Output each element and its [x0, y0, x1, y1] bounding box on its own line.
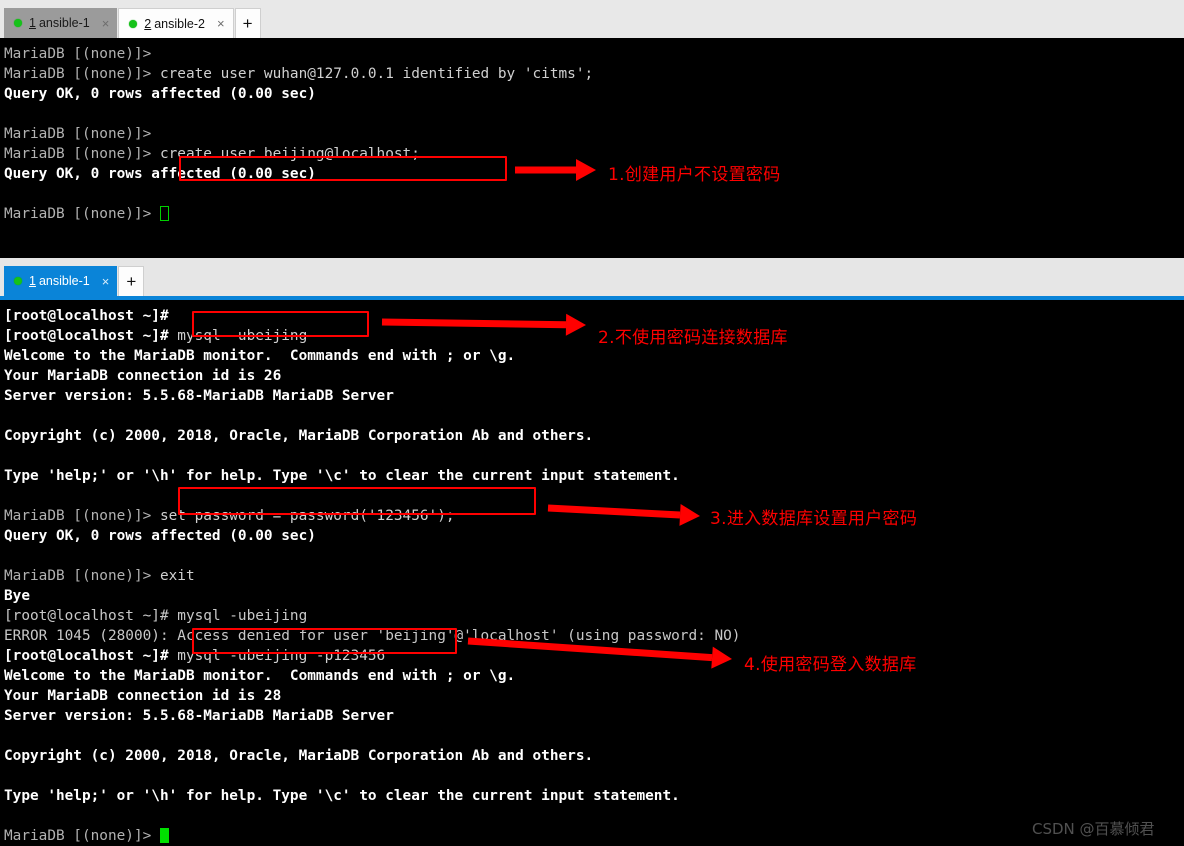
close-icon[interactable]: × — [102, 275, 110, 288]
terminal-output-top[interactable]: MariaDB [(none)]> MariaDB [(none)]> creat… — [0, 38, 1184, 254]
terminal-text: MariaDB [(none)]> — [4, 206, 152, 222]
terminal-line: MariaDB [(none)]> — [4, 204, 1184, 224]
terminal-text: Type 'help;' or '\h' for help. Type '\c'… — [4, 468, 680, 484]
tab-status-dot-icon — [129, 19, 138, 28]
terminal-text: Copyright (c) 2000, 2018, Oracle, MariaD… — [4, 748, 594, 764]
terminal-line: Copyright (c) 2000, 2018, Oracle, MariaD… — [4, 746, 1184, 766]
tab-number: 1 — [29, 274, 36, 288]
terminal-line: Query OK, 0 rows affected (0.00 sec) — [4, 84, 1184, 104]
terminal-line: MariaDB [(none)]> — [4, 44, 1184, 64]
terminal-text: MariaDB [(none)]> — [4, 568, 152, 584]
terminal-text: [root@localhost ~]# — [4, 308, 169, 324]
tab-ansible-2-top[interactable]: 2 ansible-2 × — [118, 8, 234, 38]
tab-number: 2 — [144, 16, 152, 31]
tab-status-dot-icon — [14, 19, 22, 27]
terminal-text: Query OK, 0 rows affected (0.00 sec) — [4, 86, 316, 102]
terminal-text: MariaDB [(none)]> — [4, 126, 152, 142]
terminal-line: Bye — [4, 586, 1184, 606]
terminal-line: Server version: 5.5.68-MariaDB MariaDB S… — [4, 706, 1184, 726]
terminal-line: Query OK, 0 rows affected (0.00 sec) — [4, 164, 1184, 184]
terminal-window-bottom: 1 ansible-1 × + [root@localhost ~]# [root… — [0, 258, 1184, 846]
tab-bar-bottom: 1 ansible-1 × + — [0, 258, 1184, 296]
terminal-text: Bye — [4, 588, 30, 604]
tab-ansible-1-top[interactable]: 1 ansible-1 × — [4, 8, 118, 38]
close-icon[interactable]: × — [217, 17, 225, 30]
terminal-text: mysql -ubeijing — [168, 328, 308, 344]
new-tab-button-top[interactable]: + — [234, 8, 261, 38]
terminal-text: set password = password('123456'); — [151, 508, 455, 524]
close-icon[interactable]: × — [102, 17, 110, 30]
terminal-window-top: 1 ansible-1 × 2 ansible-2 × + MariaDB [(… — [0, 0, 1184, 254]
new-tab-button-bottom[interactable]: + — [118, 266, 145, 296]
terminal-text: Welcome to the MariaDB monitor. Commands… — [4, 348, 516, 364]
terminal-line: Type 'help;' or '\h' for help. Type '\c'… — [4, 466, 1184, 486]
terminal-line: Your MariaDB connection id is 26 — [4, 366, 1184, 386]
terminal-line: MariaDB [(none)]> — [4, 124, 1184, 144]
terminal-text: create user wuhan@127.0.0.1 identified b… — [151, 66, 594, 82]
terminal-text: exit — [151, 568, 195, 584]
terminal-text: Your MariaDB connection id is 26 — [4, 368, 282, 384]
tab-number: 1 — [29, 16, 36, 30]
terminal-line: Copyright (c) 2000, 2018, Oracle, MariaD… — [4, 426, 1184, 446]
terminal-line: ERROR 1045 (28000): Access denied for us… — [4, 626, 1184, 646]
tab-status-dot-icon — [14, 277, 22, 285]
terminal-text: create user beijing@localhost; — [151, 146, 420, 162]
terminal-text: [root@localhost ~]# — [4, 328, 169, 344]
terminal-text: Your MariaDB connection id is 28 — [4, 688, 282, 704]
terminal-cursor — [159, 828, 169, 843]
terminal-line: Type 'help;' or '\h' for help. Type '\c'… — [4, 786, 1184, 806]
terminal-line: Your MariaDB connection id is 28 — [4, 686, 1184, 706]
terminal-text: Query OK, 0 rows affected (0.00 sec) — [4, 528, 316, 544]
terminal-output-bottom[interactable]: [root@localhost ~]# [root@localhost ~]# m… — [0, 300, 1184, 846]
tab-bar-top: 1 ansible-1 × 2 ansible-2 × + — [0, 0, 1184, 38]
tab-label: ansible-2 — [154, 16, 205, 31]
terminal-line: Welcome to the MariaDB monitor. Commands… — [4, 346, 1184, 366]
terminal-text: [root@localhost ~]# — [4, 608, 169, 624]
tab-ansible-1-bottom[interactable]: 1 ansible-1 × — [4, 266, 118, 296]
terminal-text: mysql -ubeijing — [168, 608, 308, 624]
terminal-line: MariaDB [(none)]> create user wuhan@127.… — [4, 64, 1184, 84]
terminal-text: Welcome to the MariaDB monitor. Commands… — [4, 668, 516, 684]
terminal-text: MariaDB [(none)]> — [4, 828, 152, 844]
terminal-text: MariaDB [(none)]> — [4, 46, 152, 62]
terminal-line: MariaDB [(none)]> — [4, 826, 1184, 846]
terminal-text: Query OK, 0 rows affected (0.00 sec) — [4, 166, 316, 182]
terminal-text: [root@localhost ~]# — [4, 648, 169, 664]
terminal-cursor — [159, 206, 169, 221]
terminal-line: Server version: 5.5.68-MariaDB MariaDB S… — [4, 386, 1184, 406]
tab-label: ansible-1 — [38, 16, 90, 30]
terminal-line: [root@localhost ~]# mysql -ubeijing -p12… — [4, 646, 1184, 666]
terminal-text: mysql -ubeijing -p123456 — [168, 648, 386, 664]
terminal-line: Welcome to the MariaDB monitor. Commands… — [4, 666, 1184, 686]
terminal-text: Copyright (c) 2000, 2018, Oracle, MariaD… — [4, 428, 594, 444]
terminal-line: [root@localhost ~]# — [4, 306, 1184, 326]
terminal-line: MariaDB [(none)]> exit — [4, 566, 1184, 586]
terminal-line: [root@localhost ~]# mysql -ubeijing — [4, 326, 1184, 346]
terminal-text: Server version: 5.5.68-MariaDB MariaDB S… — [4, 708, 394, 724]
terminal-line: MariaDB [(none)]> create user beijing@lo… — [4, 144, 1184, 164]
tab-label: ansible-1 — [38, 274, 90, 288]
terminal-text: ERROR 1045 (28000): Access denied for us… — [4, 628, 741, 644]
terminal-line: Query OK, 0 rows affected (0.00 sec) — [4, 526, 1184, 546]
terminal-text: Server version: 5.5.68-MariaDB MariaDB S… — [4, 388, 394, 404]
terminal-text: Type 'help;' or '\h' for help. Type '\c'… — [4, 788, 680, 804]
terminal-text: MariaDB [(none)]> — [4, 66, 152, 82]
terminal-line: [root@localhost ~]# mysql -ubeijing — [4, 606, 1184, 626]
terminal-text: MariaDB [(none)]> — [4, 508, 152, 524]
terminal-text: MariaDB [(none)]> — [4, 146, 152, 162]
terminal-line: MariaDB [(none)]> set password = passwor… — [4, 506, 1184, 526]
